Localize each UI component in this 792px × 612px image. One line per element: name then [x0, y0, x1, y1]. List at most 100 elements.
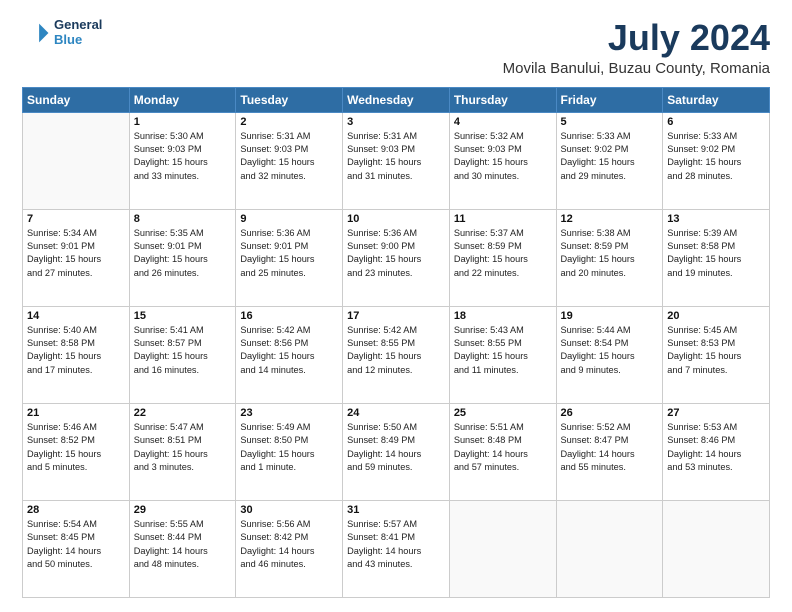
- day-info: Sunrise: 5:33 AMSunset: 9:02 PMDaylight:…: [561, 130, 659, 183]
- logo-line2: Blue: [54, 33, 102, 48]
- calendar-cell: 24Sunrise: 5:50 AMSunset: 8:49 PMDayligh…: [343, 403, 450, 500]
- day-number: 1: [134, 116, 232, 128]
- calendar-cell: 10Sunrise: 5:36 AMSunset: 9:00 PMDayligh…: [343, 209, 450, 306]
- calendar-header-row: SundayMondayTuesdayWednesdayThursdayFrid…: [23, 87, 770, 112]
- calendar-cell: 20 Sunrise: 5:45 AMSunset: 8:53 PMDayligh…: [663, 306, 770, 403]
- calendar-week-row: 21 Sunrise: 5:46 AMSunset: 8:52 PMDayligh…: [23, 403, 770, 500]
- calendar-week-row: 14 Sunrise: 5:40 AMSunset: 8:58 PMDayligh…: [23, 306, 770, 403]
- calendar-cell: 27Sunrise: 5:53 AMSunset: 8:46 PMDayligh…: [663, 403, 770, 500]
- logo-line1: General: [54, 18, 102, 33]
- day-number: 29: [134, 504, 232, 516]
- calendar-cell: 12 Sunrise: 5:38 AMSunset: 8:59 PMDayligh…: [556, 209, 663, 306]
- page: General Blue July 2024 Movila Banului, B…: [0, 0, 792, 612]
- calendar-cell: 4 Sunrise: 5:32 AMSunset: 9:03 PMDaylight…: [449, 112, 556, 209]
- calendar-cell: 28Sunrise: 5:54 AMSunset: 8:45 PMDayligh…: [23, 500, 130, 597]
- calendar-cell: 21 Sunrise: 5:46 AMSunset: 8:52 PMDayligh…: [23, 403, 130, 500]
- calendar-week-row: 7 Sunrise: 5:34 AMSunset: 9:01 PMDaylight…: [23, 209, 770, 306]
- day-number: 4: [454, 116, 552, 128]
- day-number: 14: [27, 310, 125, 322]
- day-info: Sunrise: 5:43 AMSunset: 8:55 PMDaylight:…: [454, 324, 552, 377]
- title-area: July 2024 Movila Banului, Buzau County, …: [503, 18, 770, 77]
- logo-icon: [22, 19, 50, 47]
- day-number: 16: [240, 310, 338, 322]
- calendar-cell: 7 Sunrise: 5:34 AMSunset: 9:01 PMDaylight…: [23, 209, 130, 306]
- calendar-cell: 22 Sunrise: 5:47 AMSunset: 8:51 PMDayligh…: [129, 403, 236, 500]
- day-info: Sunrise: 5:53 AMSunset: 8:46 PMDaylight:…: [667, 421, 765, 474]
- day-info: Sunrise: 5:44 AMSunset: 8:54 PMDaylight:…: [561, 324, 659, 377]
- calendar-cell: [663, 500, 770, 597]
- calendar-cell: 29Sunrise: 5:55 AMSunset: 8:44 PMDayligh…: [129, 500, 236, 597]
- calendar-day-header: Friday: [556, 87, 663, 112]
- day-number: 19: [561, 310, 659, 322]
- calendar-cell: [23, 112, 130, 209]
- calendar-cell: 23Sunrise: 5:49 AMSunset: 8:50 PMDayligh…: [236, 403, 343, 500]
- day-info: Sunrise: 5:38 AMSunset: 8:59 PMDaylight:…: [561, 227, 659, 280]
- calendar-cell: 14 Sunrise: 5:40 AMSunset: 8:58 PMDayligh…: [23, 306, 130, 403]
- calendar-day-header: Monday: [129, 87, 236, 112]
- day-number: 17: [347, 310, 445, 322]
- day-number: 2: [240, 116, 338, 128]
- day-number: 26: [561, 407, 659, 419]
- day-info: Sunrise: 5:52 AMSunset: 8:47 PMDaylight:…: [561, 421, 659, 474]
- main-title: July 2024: [503, 18, 770, 58]
- day-info: Sunrise: 5:42 AMSunset: 8:55 PMDaylight:…: [347, 324, 445, 377]
- day-number: 5: [561, 116, 659, 128]
- day-info: Sunrise: 5:40 AMSunset: 8:58 PMDaylight:…: [27, 324, 125, 377]
- day-number: 12: [561, 213, 659, 225]
- day-info: Sunrise: 5:49 AMSunset: 8:50 PMDaylight:…: [240, 421, 338, 474]
- calendar-cell: 17 Sunrise: 5:42 AMSunset: 8:55 PMDayligh…: [343, 306, 450, 403]
- calendar-cell: 1 Sunrise: 5:30 AMSunset: 9:03 PMDaylight…: [129, 112, 236, 209]
- day-number: 6: [667, 116, 765, 128]
- day-info: Sunrise: 5:34 AMSunset: 9:01 PMDaylight:…: [27, 227, 125, 280]
- day-number: 3: [347, 116, 445, 128]
- calendar-cell: 26 Sunrise: 5:52 AMSunset: 8:47 PMDayligh…: [556, 403, 663, 500]
- day-info: Sunrise: 5:31 AMSunset: 9:03 PMDaylight:…: [347, 130, 445, 183]
- day-number: 20: [667, 310, 765, 322]
- calendar-cell: 8 Sunrise: 5:35 AMSunset: 9:01 PMDaylight…: [129, 209, 236, 306]
- day-info: Sunrise: 5:35 AMSunset: 9:01 PMDaylight:…: [134, 227, 232, 280]
- day-info: Sunrise: 5:45 AMSunset: 8:53 PMDaylight:…: [667, 324, 765, 377]
- day-number: 18: [454, 310, 552, 322]
- day-info: Sunrise: 5:56 AMSunset: 8:42 PMDaylight:…: [240, 518, 338, 571]
- calendar-cell: 11 Sunrise: 5:37 AMSunset: 8:59 PMDayligh…: [449, 209, 556, 306]
- calendar-cell: 15Sunrise: 5:41 AMSunset: 8:57 PMDayligh…: [129, 306, 236, 403]
- day-info: Sunrise: 5:46 AMSunset: 8:52 PMDaylight:…: [27, 421, 125, 474]
- day-info: Sunrise: 5:57 AMSunset: 8:41 PMDaylight:…: [347, 518, 445, 571]
- day-info: Sunrise: 5:51 AMSunset: 8:48 PMDaylight:…: [454, 421, 552, 474]
- calendar-cell: 13Sunrise: 5:39 AMSunset: 8:58 PMDayligh…: [663, 209, 770, 306]
- calendar-cell: 5 Sunrise: 5:33 AMSunset: 9:02 PMDaylight…: [556, 112, 663, 209]
- day-number: 24: [347, 407, 445, 419]
- day-number: 21: [27, 407, 125, 419]
- day-info: Sunrise: 5:36 AMSunset: 9:01 PMDaylight:…: [240, 227, 338, 280]
- calendar-cell: 25Sunrise: 5:51 AMSunset: 8:48 PMDayligh…: [449, 403, 556, 500]
- calendar-cell: 31Sunrise: 5:57 AMSunset: 8:41 PMDayligh…: [343, 500, 450, 597]
- calendar-day-header: Saturday: [663, 87, 770, 112]
- calendar-cell: 2 Sunrise: 5:31 AMSunset: 9:03 PMDaylight…: [236, 112, 343, 209]
- calendar-cell: 30Sunrise: 5:56 AMSunset: 8:42 PMDayligh…: [236, 500, 343, 597]
- day-number: 11: [454, 213, 552, 225]
- calendar-cell: 9 Sunrise: 5:36 AMSunset: 9:01 PMDaylight…: [236, 209, 343, 306]
- calendar-week-row: 1 Sunrise: 5:30 AMSunset: 9:03 PMDaylight…: [23, 112, 770, 209]
- calendar-table: SundayMondayTuesdayWednesdayThursdayFrid…: [22, 87, 770, 598]
- logo: General Blue: [22, 18, 102, 48]
- day-info: Sunrise: 5:32 AMSunset: 9:03 PMDaylight:…: [454, 130, 552, 183]
- day-info: Sunrise: 5:37 AMSunset: 8:59 PMDaylight:…: [454, 227, 552, 280]
- day-number: 22: [134, 407, 232, 419]
- day-info: Sunrise: 5:30 AMSunset: 9:03 PMDaylight:…: [134, 130, 232, 183]
- day-number: 7: [27, 213, 125, 225]
- day-number: 15: [134, 310, 232, 322]
- calendar-day-header: Tuesday: [236, 87, 343, 112]
- calendar-cell: 6Sunrise: 5:33 AMSunset: 9:02 PMDaylight…: [663, 112, 770, 209]
- calendar-day-header: Wednesday: [343, 87, 450, 112]
- calendar-week-row: 28Sunrise: 5:54 AMSunset: 8:45 PMDayligh…: [23, 500, 770, 597]
- calendar-cell: [556, 500, 663, 597]
- calendar-cell: 18 Sunrise: 5:43 AMSunset: 8:55 PMDayligh…: [449, 306, 556, 403]
- subtitle: Movila Banului, Buzau County, Romania: [503, 60, 770, 77]
- day-info: Sunrise: 5:31 AMSunset: 9:03 PMDaylight:…: [240, 130, 338, 183]
- day-number: 9: [240, 213, 338, 225]
- day-number: 8: [134, 213, 232, 225]
- day-info: Sunrise: 5:47 AMSunset: 8:51 PMDaylight:…: [134, 421, 232, 474]
- header: General Blue July 2024 Movila Banului, B…: [22, 18, 770, 77]
- calendar-day-header: Sunday: [23, 87, 130, 112]
- day-number: 10: [347, 213, 445, 225]
